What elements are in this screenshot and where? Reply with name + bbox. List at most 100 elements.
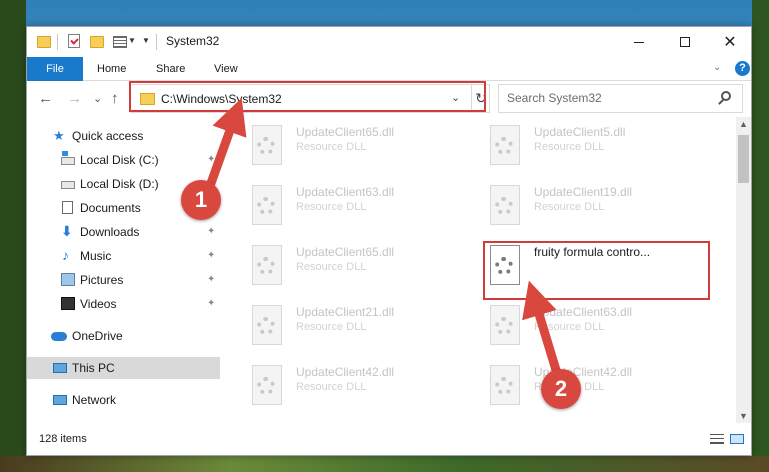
address-path[interactable]: C:\Windows\System32	[161, 92, 282, 106]
sidebar-item-videos[interactable]: Videos ✦	[27, 293, 220, 315]
expand-ribbon-icon[interactable]: ⌄	[713, 62, 721, 73]
properties-icon[interactable]	[68, 34, 80, 48]
item-count: 128 items	[39, 433, 87, 445]
file-name: UpdateClient42.dll	[296, 365, 395, 379]
new-folder-icon[interactable]	[90, 36, 104, 48]
file-name: UpdateClient19.dll	[534, 185, 633, 199]
list-item-fruity-formula-controller[interactable]: fruity formula contro...	[486, 241, 716, 299]
scroll-thumb[interactable]	[738, 135, 749, 183]
customize-toolbar-icon[interactable]: ▼	[142, 36, 150, 52]
recent-locations-button[interactable]: ⌄	[93, 92, 102, 105]
onedrive-icon	[51, 332, 67, 341]
maximize-icon	[680, 37, 690, 47]
up-button[interactable]: ↑	[111, 90, 119, 107]
list-item[interactable]: UpdateClient63.dll Resource DLL	[486, 301, 716, 359]
desktop-background-left	[0, 0, 26, 472]
list-item[interactable]: UpdateClient21.dll Resource DLL	[248, 301, 478, 359]
list-item[interactable]: UpdateClient19.dll Resource DLL	[486, 181, 716, 239]
address-dropdown-icon[interactable]: ⌄	[451, 91, 460, 104]
drive-c-icon	[61, 151, 75, 165]
dll-file-icon	[486, 305, 522, 349]
sidebar-item-documents[interactable]: Documents ✦	[27, 197, 220, 219]
quick-access-star-icon: ★	[53, 128, 65, 143]
pin-icon[interactable]: ✦	[207, 274, 215, 285]
list-item[interactable]: UpdateClient63.dll Resource DLL	[248, 181, 478, 239]
help-icon[interactable]: ?	[735, 61, 750, 76]
navigation-pane: ★ Quick access Local Disk (C:) ✦ Local D…	[27, 117, 220, 423]
list-item[interactable]: UpdateClient42.dll Resource DLL	[486, 361, 716, 419]
details-view-icon[interactable]	[710, 434, 724, 444]
address-bar[interactable]: C:\Windows\System32 ⌄ ↻	[130, 84, 490, 113]
tab-file[interactable]: File	[27, 57, 83, 81]
refresh-button[interactable]: ↻	[471, 85, 490, 112]
list-item[interactable]: UpdateClient42.dll Resource DLL	[248, 361, 478, 419]
file-list: UpdateClient65.dll Resource DLL UpdateCl…	[220, 117, 736, 423]
pin-icon[interactable]: ✦	[207, 298, 215, 309]
pin-icon[interactable]: ✦	[207, 250, 215, 261]
close-button[interactable]: ✕	[707, 27, 751, 57]
sidebar-item-local-disk-c[interactable]: Local Disk (C:) ✦	[27, 149, 220, 171]
status-bar: 128 items	[27, 423, 751, 455]
file-name: UpdateClient65.dll	[296, 125, 395, 139]
dll-file-icon	[248, 245, 284, 289]
file-name: UpdateClient5.dll	[534, 125, 626, 139]
desktop-background-bottom	[0, 456, 769, 472]
minimize-button[interactable]	[616, 27, 662, 57]
large-icons-view-icon[interactable]	[730, 434, 744, 444]
sidebar-item-label: Network	[72, 393, 117, 407]
scroll-up-icon[interactable]: ▲	[736, 117, 751, 131]
search-input[interactable]	[507, 91, 707, 105]
pin-icon[interactable]: ✦	[207, 178, 215, 189]
close-icon: ✕	[723, 34, 737, 51]
dll-file-icon	[248, 125, 284, 169]
dll-file-icon	[486, 245, 522, 289]
sidebar-item-network[interactable]: Network	[27, 389, 220, 411]
network-icon	[53, 395, 67, 405]
folder-icon	[140, 93, 155, 105]
file-type: Resource DLL	[296, 141, 367, 153]
file-type: Resource DLL	[534, 201, 605, 213]
sidebar-item-pictures[interactable]: Pictures ✦	[27, 269, 220, 291]
window-title: System32	[166, 34, 220, 48]
pin-icon[interactable]: ✦	[207, 154, 215, 165]
desktop-background-right	[752, 0, 769, 472]
tab-home[interactable]: Home	[97, 57, 126, 81]
file-type: Resource DLL	[296, 261, 367, 273]
search-icon[interactable]	[721, 91, 731, 101]
documents-icon	[62, 201, 73, 214]
search-box[interactable]	[498, 84, 743, 113]
file-type: Resource DLL	[534, 141, 605, 153]
maximize-button[interactable]	[662, 27, 708, 57]
file-name: UpdateClient21.dll	[296, 305, 395, 319]
sidebar-item-label: Local Disk (C:)	[80, 153, 159, 167]
tab-view[interactable]: View	[214, 57, 238, 81]
chevron-down-icon[interactable]: ▼	[128, 36, 136, 52]
sidebar-item-label: OneDrive	[72, 329, 123, 343]
file-name: UpdateClient65.dll	[296, 245, 395, 259]
sidebar-item-this-pc[interactable]: This PC	[27, 357, 220, 379]
ribbon-tabs: File Home Share View ⌄ ?	[27, 57, 751, 81]
pin-icon[interactable]: ✦	[207, 202, 215, 213]
sidebar-item-music[interactable]: ♪ Music ✦	[27, 245, 220, 267]
dll-file-icon	[486, 185, 522, 229]
file-type: Resource DLL	[534, 381, 605, 393]
sidebar-item-quick-access[interactable]: ★ Quick access	[27, 125, 220, 147]
list-item[interactable]: UpdateClient5.dll Resource DLL	[486, 121, 716, 179]
file-type: Resource DLL	[534, 321, 605, 333]
dll-file-icon	[486, 125, 522, 169]
back-button[interactable]: ←	[38, 90, 53, 107]
sidebar-item-local-disk-d[interactable]: Local Disk (D:) ✦	[27, 173, 220, 195]
forward-button[interactable]: →	[67, 90, 82, 107]
vertical-scrollbar[interactable]: ▲ ▼	[736, 117, 751, 423]
sidebar-item-label: Local Disk (D:)	[80, 177, 159, 191]
sidebar-item-onedrive[interactable]: OneDrive	[27, 325, 220, 347]
sidebar-item-downloads[interactable]: ⬇ Downloads ✦	[27, 221, 220, 243]
view-icon[interactable]	[113, 36, 127, 48]
list-item[interactable]: UpdateClient65.dll Resource DLL	[248, 241, 478, 299]
tab-share[interactable]: Share	[156, 57, 185, 81]
file-explorer-window: ▼ ▼ System32 ✕ File Home Share View ⌄ ? …	[26, 26, 752, 456]
scroll-down-icon[interactable]: ▼	[736, 409, 751, 423]
dll-file-icon	[486, 365, 522, 409]
list-item[interactable]: UpdateClient65.dll Resource DLL	[248, 121, 478, 179]
pin-icon[interactable]: ✦	[207, 226, 215, 237]
